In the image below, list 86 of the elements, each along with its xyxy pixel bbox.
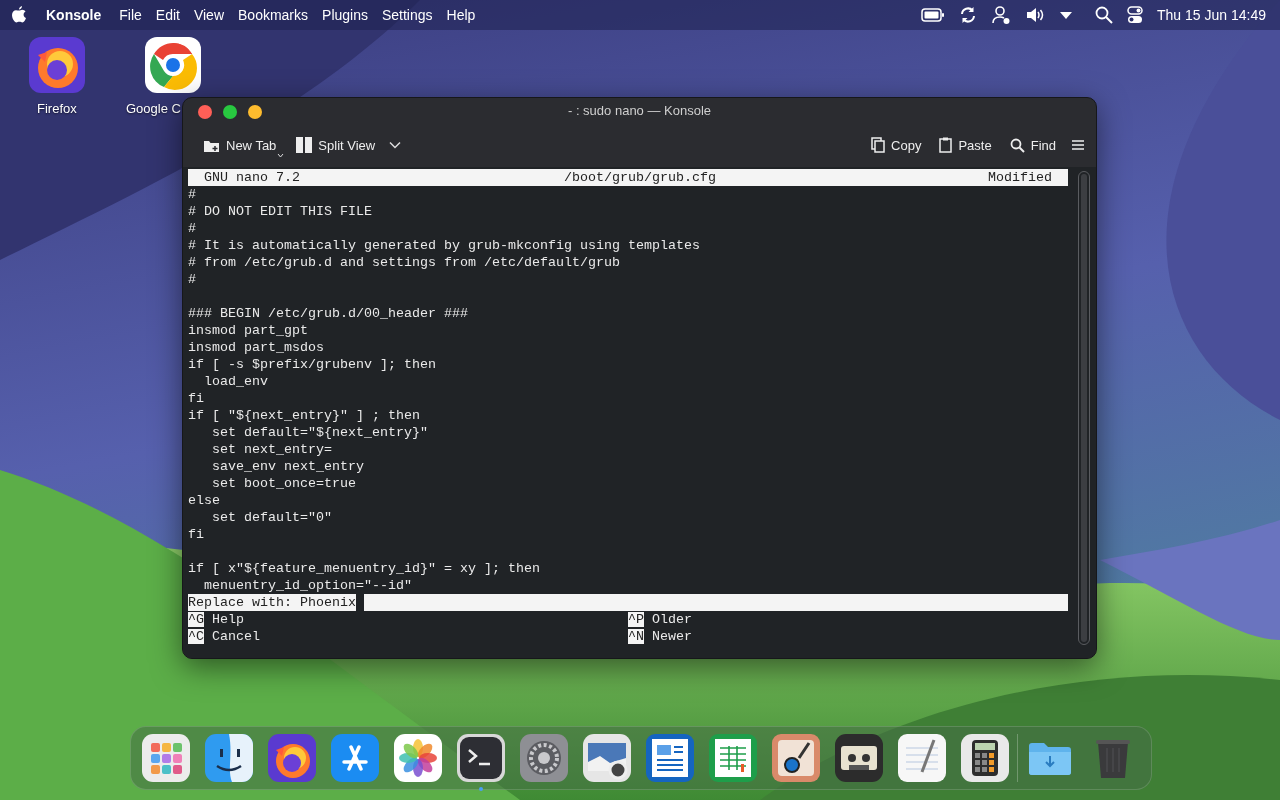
code-line: insmod part_msdos — [188, 339, 325, 356]
copy-icon — [871, 137, 886, 154]
search-icon — [1009, 137, 1025, 153]
modified-status: Modified — [988, 169, 1053, 186]
code-line: else — [188, 492, 221, 509]
menu-item[interactable]: View — [193, 7, 224, 23]
code-line: fi — [188, 526, 205, 543]
file-name: /boot/grub/grub.cfg — [563, 169, 716, 186]
replace-field[interactable]: Replace with: Phoenix — [188, 594, 1068, 611]
clock[interactable]: Thu 15 Jun 14:49 — [1157, 7, 1266, 23]
app-store-icon[interactable] — [331, 734, 379, 782]
caret-down-icon — [389, 141, 402, 150]
paint-brush-icon[interactable] — [772, 734, 820, 782]
battery-icon[interactable] — [921, 8, 945, 22]
document-icon[interactable] — [646, 734, 694, 782]
copy-button[interactable]: Copy — [867, 131, 926, 160]
code-line: if [ "${next_entry}" ] ; then — [188, 407, 421, 424]
search-icon[interactable] — [1095, 6, 1113, 24]
code-line: # It is automatically generated by grub-mkconfig using templates — [188, 237, 701, 254]
shortcut-label: Older — [651, 612, 692, 627]
shortcut-label: Help — [211, 612, 244, 627]
code-line: if [ x"${feature_menuentry_id}" = xy ]; then — [188, 560, 541, 577]
field-label: Replace with: — [188, 594, 293, 611]
window-title: - : sudo nano — Konsole — [567, 103, 712, 119]
shortcut-label: Newer — [651, 629, 692, 644]
maximize-button[interactable] — [223, 105, 237, 119]
code-line: load_env — [203, 373, 269, 390]
desktop-icon-label[interactable]: Google C — [126, 101, 181, 116]
editor-version: GNU nano 7.2 — [203, 169, 301, 186]
menu-item[interactable]: File — [119, 7, 142, 23]
menu-icon[interactable] — [1072, 140, 1084, 151]
shortcut-key: ^C — [188, 629, 204, 644]
code-line: set default="0" — [211, 509, 333, 526]
code-line: # DO NOT EDIT THIS FILE — [188, 203, 373, 220]
app-name[interactable]: Konsole — [46, 7, 102, 23]
cassette-icon[interactable] — [835, 734, 883, 782]
desktop-icon-label[interactable]: Firefox — [37, 101, 77, 116]
photo-magnifier-icon[interactable] — [583, 734, 631, 782]
code-line: # — [188, 271, 197, 288]
code-line: # from /etc/grub.d and settings from /etc/default/grub — [188, 254, 621, 271]
paste-button[interactable]: Paste — [935, 131, 996, 160]
menu-item[interactable]: Plugins — [322, 7, 368, 23]
find-button[interactable]: Find — [1005, 131, 1060, 160]
notepad-icon[interactable] — [898, 734, 946, 782]
volume-icon[interactable] — [1025, 6, 1045, 24]
code-line: if [ -s $prefix/grubenv ]; then — [188, 356, 437, 373]
flower-icon[interactable] — [394, 734, 442, 782]
new-tab-button[interactable]: New Tab — [199, 131, 281, 160]
caret-down-icon — [277, 153, 285, 159]
close-button[interactable] — [198, 105, 212, 119]
sync-icon[interactable] — [959, 6, 977, 24]
field-value: Phoenix — [300, 594, 356, 611]
menu-item[interactable]: Settings — [381, 7, 433, 23]
code-line: menuentry_id_option="--id" — [203, 577, 413, 594]
shortcut-key: ^G — [188, 612, 204, 627]
clipboard-icon — [939, 137, 953, 154]
fox-icon[interactable] — [29, 37, 85, 93]
code-line: fi — [188, 390, 205, 407]
shortcut-key: ^P — [628, 612, 644, 627]
code-line: # — [188, 186, 197, 203]
terminal-icon[interactable] — [457, 734, 505, 782]
code-line: set next_entry= — [211, 441, 333, 458]
minimize-button[interactable] — [248, 105, 262, 119]
calculator-icon[interactable] — [961, 734, 1009, 782]
spreadsheet-icon[interactable] — [709, 734, 757, 782]
gear-icon[interactable] — [520, 734, 568, 782]
code-line: set boot_once=true — [211, 475, 357, 492]
shortcut-label: Cancel — [211, 629, 260, 644]
caret-down-icon[interactable] — [1059, 10, 1073, 20]
apple-icon[interactable] — [10, 5, 28, 25]
user-icon[interactable] — [991, 5, 1011, 25]
shortcut-key: ^N — [628, 629, 644, 644]
app-grid-icon[interactable] — [142, 734, 190, 782]
split-view-icon — [296, 137, 313, 154]
split-button[interactable]: Split View — [292, 131, 406, 160]
code-line: insmod part_gpt — [188, 322, 309, 339]
code-line: save_env next_entry — [211, 458, 365, 475]
menu-item[interactable]: Help — [446, 7, 476, 23]
toggles-icon[interactable] — [1127, 6, 1143, 24]
code-line: ### BEGIN /etc/grub.d/00_header ### — [188, 305, 469, 322]
menu-item[interactable]: Bookmarks — [238, 7, 309, 23]
code-line: set default="${next_entry}" — [211, 424, 429, 441]
fox-icon[interactable] — [268, 734, 316, 782]
menu-item[interactable]: Edit — [155, 7, 180, 23]
code-line: # — [188, 220, 197, 237]
smiling-face-icon[interactable] — [205, 734, 253, 782]
